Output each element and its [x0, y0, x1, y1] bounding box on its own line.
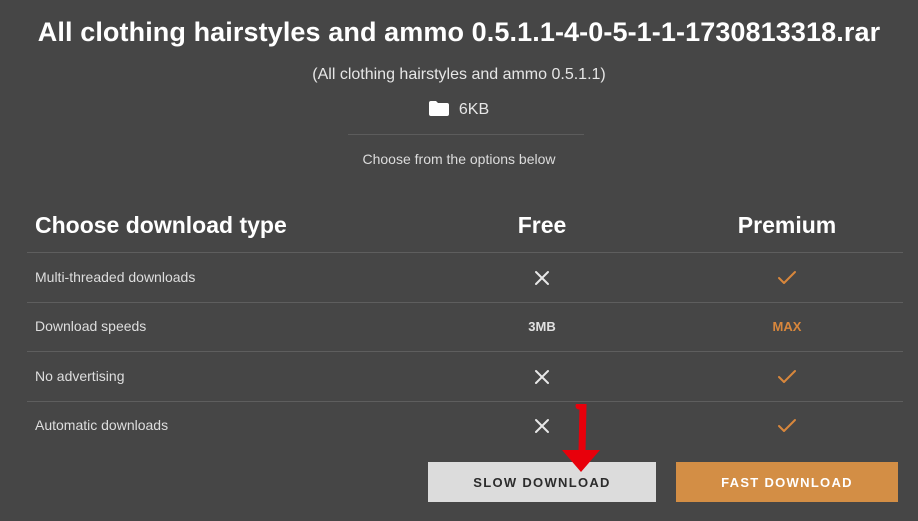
file-size-value: 6KB [458, 101, 490, 118]
table-row: Download speeds 3MB MAX [0, 302, 918, 351]
free-cell [462, 253, 622, 302]
premium-cell [707, 401, 867, 450]
choose-note: Choose from the options below [362, 151, 556, 167]
header-premium: Premium [737, 212, 837, 238]
cross-icon [535, 418, 549, 433]
cross-icon [535, 369, 549, 384]
row-label: Automatic downloads [35, 417, 169, 433]
check-icon [778, 418, 796, 432]
premium-cell: MAX [707, 302, 867, 351]
table-header: Choose download type Free Premium [0, 212, 918, 244]
slow-download-button[interactable]: SLOW DOWNLOAD [428, 462, 656, 502]
table-row: Multi-threaded downloads [0, 253, 918, 302]
free-cell [462, 352, 622, 401]
red-arrow-down-icon [562, 404, 600, 472]
check-icon [778, 270, 796, 284]
premium-cell [707, 352, 867, 401]
free-cell: 3MB [462, 302, 622, 351]
check-icon [778, 369, 796, 383]
row-label: Download speeds [35, 318, 147, 334]
folder-icon [428, 101, 449, 121]
divider [348, 134, 584, 135]
table-row: Automatic downloads [0, 401, 918, 450]
row-label: No advertising [35, 368, 125, 384]
table-row: No advertising [0, 352, 918, 401]
header-download-type: Choose download type [35, 212, 287, 238]
file-size: 6KB [0, 101, 918, 121]
cross-icon [535, 270, 549, 285]
file-title: All clothing hairstyles and ammo 0.5.1.1… [37, 17, 881, 47]
free-speed: 3MB [528, 319, 556, 334]
row-label: Multi-threaded downloads [35, 269, 196, 285]
premium-cell [707, 253, 867, 302]
file-subtitle: (All clothing hairstyles and ammo 0.5.1.… [312, 66, 606, 83]
header-free: Free [517, 212, 567, 238]
fast-download-button[interactable]: FAST DOWNLOAD [676, 462, 898, 502]
premium-speed: MAX [772, 319, 802, 334]
download-page: All clothing hairstyles and ammo 0.5.1.1… [0, 0, 918, 521]
